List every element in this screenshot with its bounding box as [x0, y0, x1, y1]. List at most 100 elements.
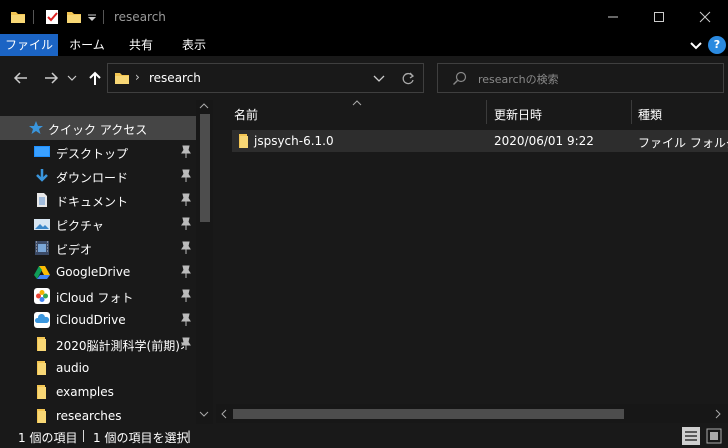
sidebar-scrollbar[interactable]	[196, 100, 213, 424]
pin-icon[interactable]	[180, 337, 192, 351]
icloud-drive-icon	[34, 312, 50, 328]
search-placeholder[interactable]: researchの検索	[478, 71, 559, 87]
sidebar-item-audio[interactable]: audio	[0, 356, 196, 380]
sidebar-item-quick-access[interactable]: クイック アクセス	[0, 116, 196, 140]
up-button[interactable]	[86, 69, 104, 87]
video-icon	[35, 241, 49, 255]
pin-icon[interactable]	[180, 145, 192, 159]
details-view-icon[interactable]	[682, 427, 700, 445]
column-header-modified[interactable]: 更新日時	[494, 106, 542, 123]
scroll-up-icon[interactable]	[199, 102, 209, 110]
sidebar-scrollbar-thumb[interactable]	[200, 114, 210, 222]
pin-icon[interactable]	[180, 265, 192, 279]
address-history-chevron-icon[interactable]	[373, 74, 385, 84]
folder-icon	[37, 337, 46, 351]
status-separator-trailing: |	[187, 429, 192, 443]
properties-icon[interactable]	[44, 9, 60, 25]
scroll-right-icon[interactable]	[714, 409, 722, 419]
pin-icon[interactable]	[180, 193, 192, 207]
arrow-up-icon	[89, 71, 101, 85]
sidebar-item-label: ダウンロード	[56, 171, 129, 185]
breadcrumb-separator[interactable]: ›	[135, 70, 140, 84]
table-row[interactable]: jspsych-6.1.0 2020/06/01 9:22 ファイル フォルダー	[232, 130, 728, 152]
address-bar[interactable]: › research	[107, 63, 424, 93]
sidebar-item-videos[interactable]: ビデオ	[0, 236, 196, 260]
sidebar-item-folder-brain-science[interactable]: 2020脳計測科学(前期)オ	[0, 332, 196, 356]
tab-file[interactable]: ファイル	[0, 34, 58, 56]
tab-home[interactable]: ホーム	[58, 34, 116, 56]
desktop-icon	[34, 146, 50, 157]
icloud-photos-icon	[34, 288, 50, 304]
back-button[interactable]	[12, 69, 30, 87]
column-header-type[interactable]: 種類	[638, 106, 662, 123]
sidebar-item-label: researches	[56, 409, 122, 423]
pictures-icon	[34, 219, 50, 230]
item-count: 1 個の項目	[18, 431, 78, 445]
status-separator	[83, 430, 84, 442]
sidebar-item-iclouddrive[interactable]: iCloudDrive	[0, 308, 196, 332]
maximize-icon	[654, 12, 664, 22]
sort-ascending-icon	[352, 100, 362, 106]
download-icon	[36, 169, 48, 182]
pin-icon[interactable]	[180, 169, 192, 183]
sidebar-item-label: ピクチャ	[56, 219, 104, 233]
scroll-down-icon[interactable]	[199, 410, 209, 418]
sidebar-item-label: audio	[56, 361, 90, 375]
sidebar-item-label: iCloud フォト	[56, 291, 134, 305]
search-box[interactable]: researchの検索	[437, 63, 724, 93]
forward-button[interactable]	[42, 69, 60, 87]
pin-icon[interactable]	[180, 289, 192, 303]
file-modified: 2020/06/01 9:22	[494, 134, 594, 148]
column-divider[interactable]	[631, 100, 632, 124]
tab-share[interactable]: 共有	[116, 34, 166, 56]
expand-ribbon-icon[interactable]	[689, 38, 703, 52]
title-separator	[103, 10, 104, 24]
pin-icon[interactable]	[180, 313, 192, 327]
pin-icon[interactable]	[180, 217, 192, 231]
sidebar-item-label: デスクトップ	[56, 147, 129, 161]
arrow-right-icon	[45, 72, 59, 84]
horizontal-scrollbar-thumb[interactable]	[233, 409, 624, 419]
status-bar: 1 個の項目 1 個の項目を選択 |	[0, 424, 728, 448]
column-header-name[interactable]: 名前	[234, 106, 258, 123]
sidebar-item-researches[interactable]: researches	[0, 404, 196, 424]
window-title: research	[114, 10, 166, 24]
folder-icon	[37, 385, 46, 399]
folder-icon	[239, 134, 248, 148]
pin-icon[interactable]	[180, 241, 192, 255]
refresh-icon[interactable]	[400, 71, 416, 87]
close-button[interactable]	[682, 0, 728, 34]
sidebar-item-desktop[interactable]: デスクトップ	[0, 140, 196, 164]
scroll-left-icon[interactable]	[220, 409, 228, 419]
sidebar-item-googledrive[interactable]: GoogleDrive	[0, 260, 196, 284]
folder-icon	[37, 409, 46, 423]
close-icon	[699, 11, 711, 23]
sidebar-item-documents[interactable]: ドキュメント	[0, 188, 196, 212]
help-button[interactable]: ?	[708, 36, 726, 54]
sidebar-item-label: クイック アクセス	[48, 123, 148, 137]
search-icon	[453, 71, 467, 85]
sidebar-item-examples[interactable]: examples	[0, 380, 196, 404]
quick-access-toolbar-chevron-icon[interactable]	[86, 9, 98, 25]
maximize-button[interactable]	[636, 0, 682, 34]
file-name[interactable]: jspsych-6.1.0	[254, 134, 334, 148]
folder-icon	[37, 361, 46, 375]
breadcrumb-current-folder[interactable]: research	[149, 71, 201, 85]
sidebar-item-icloud-photos[interactable]: iCloud フォト	[0, 284, 196, 308]
navigation-pane: クイック アクセス デスクトップ ダウンロード ドキュメント ピクチャ ビデオ …	[0, 100, 213, 424]
sidebar-item-downloads[interactable]: ダウンロード	[0, 164, 196, 188]
new-folder-icon[interactable]	[66, 9, 82, 25]
large-icons-view-icon[interactable]	[705, 427, 723, 445]
sidebar-item-pictures[interactable]: ピクチャ	[0, 212, 196, 236]
ribbon-tabs: ファイル ホーム 共有 表示 ?	[0, 34, 728, 56]
sidebar-item-label: ビデオ	[56, 243, 93, 257]
horizontal-scrollbar[interactable]	[216, 404, 728, 423]
title-separator	[33, 10, 34, 24]
recent-locations-button[interactable]	[66, 69, 78, 87]
column-divider[interactable]	[486, 100, 487, 124]
minimize-button[interactable]	[590, 0, 636, 34]
google-drive-icon	[34, 266, 50, 279]
tab-view[interactable]: 表示	[166, 34, 222, 56]
document-icon	[37, 193, 47, 207]
folder-icon	[115, 73, 129, 84]
